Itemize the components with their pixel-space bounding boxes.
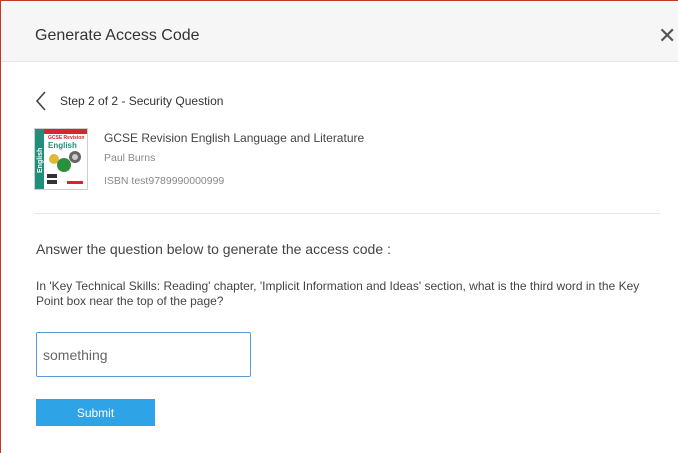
submit-button[interactable]: Submit [36, 399, 155, 426]
section-divider [34, 213, 660, 214]
book-cover-image: GCSE Revision English English [34, 128, 88, 190]
dialog-header: Generate Access Code ✕ [1, 1, 678, 62]
answer-input[interactable] [36, 332, 251, 377]
close-icon[interactable]: ✕ [658, 25, 678, 47]
cover-subject-text: English [48, 141, 77, 150]
svg-text:English: English [37, 148, 44, 173]
security-question-text: In 'Key Technical Skills: Reading' chapt… [36, 279, 640, 308]
book-title: GCSE Revision English Language and Liter… [104, 131, 365, 145]
chevron-left-icon[interactable] [34, 91, 48, 111]
dialog-title: Generate Access Code [35, 27, 200, 44]
question-prompt: Answer the question below to generate th… [36, 241, 391, 257]
book-isbn: ISBN test9789990000999 [104, 175, 225, 187]
book-author: Paul Burns [104, 152, 156, 164]
step-label: Step 2 of 2 - Security Question [60, 94, 224, 108]
access-code-dialog: Generate Access Code ✕ Step 2 of 2 - Sec… [0, 0, 678, 453]
step-indicator: Step 2 of 2 - Security Question [34, 91, 223, 111]
